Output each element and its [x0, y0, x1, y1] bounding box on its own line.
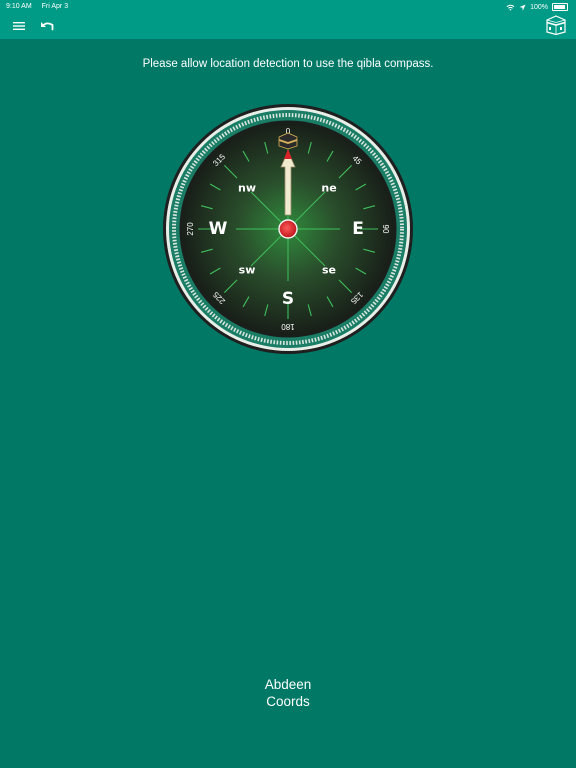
- kaaba-marker-icon: [278, 132, 298, 150]
- undo-button[interactable]: [36, 16, 58, 36]
- kaaba-button[interactable]: [544, 14, 568, 36]
- undo-icon: [41, 22, 54, 31]
- battery-icon: [552, 3, 568, 11]
- location-permission-message: Please allow location detection to use t…: [142, 58, 434, 70]
- compass-degree-label: 90: [381, 225, 390, 234]
- compass-degree-label: 180: [281, 322, 295, 331]
- compass-intercardinal-ne: ne: [321, 181, 336, 194]
- location-arrow-icon: [519, 3, 526, 11]
- menu-icon: [13, 22, 25, 30]
- location-info: Abdeen Coords: [188, 676, 388, 710]
- compass-intercardinal-sw: sw: [239, 264, 256, 277]
- top-bar: 9:10 AM Fri Apr 3 100%: [0, 0, 576, 39]
- status-date: Fri Apr 3: [41, 3, 69, 10]
- compass-intercardinal-se: se: [322, 264, 336, 277]
- status-bar-right: 100%: [506, 3, 568, 11]
- compass-degree-label: 270: [186, 222, 195, 236]
- kaaba-icon: [546, 15, 566, 35]
- compass-cardinal-s: S: [282, 289, 294, 309]
- compass-cardinal-w: W: [209, 219, 228, 239]
- qibla-compass: 04590135180225270315 ESWneseswnw: [163, 104, 413, 354]
- compass-intercardinal-nw: nw: [238, 181, 256, 194]
- status-bar-left: 9:10 AM Fri Apr 3: [6, 3, 76, 10]
- location-name: Abdeen: [264, 677, 312, 692]
- battery-percent: 100%: [530, 3, 548, 11]
- wifi-icon: [506, 4, 515, 11]
- status-time: 9:10 AM: [6, 3, 32, 10]
- location-coords: Coords: [266, 694, 310, 709]
- menu-button[interactable]: [8, 16, 30, 36]
- compass-cardinal-e: E: [352, 219, 364, 239]
- compass-center-dot: [278, 219, 298, 239]
